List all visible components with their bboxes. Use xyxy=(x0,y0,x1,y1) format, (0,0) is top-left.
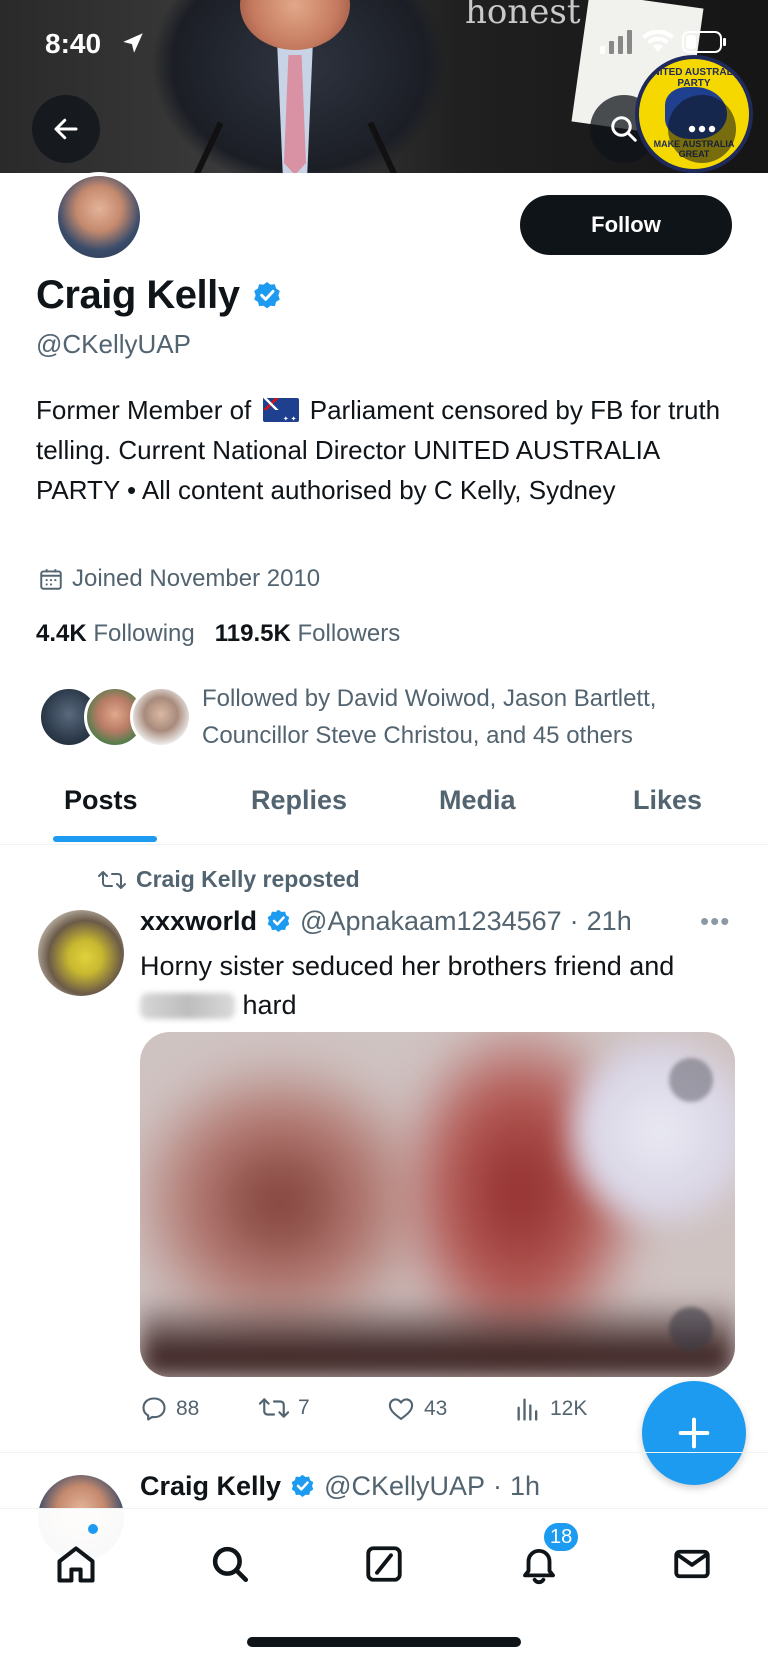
separator-dot: · xyxy=(493,1471,503,1501)
more-options-button[interactable] xyxy=(668,95,736,163)
location-arrow-icon xyxy=(123,33,143,53)
tab-likes[interactable]: Likes xyxy=(633,785,702,816)
post-author-name[interactable]: xxxworld xyxy=(140,906,257,937)
post-more-icon[interactable]: ••• xyxy=(700,906,730,937)
followers-link[interactable]: 119.5K Followers xyxy=(215,620,400,648)
view-count: 12K xyxy=(550,1397,588,1420)
follow-button[interactable]: Follow xyxy=(520,195,732,255)
reply-count: 88 xyxy=(176,1397,200,1420)
media-blur xyxy=(560,1032,735,1232)
reply-button[interactable]: 88 xyxy=(140,1395,199,1423)
post-text-part: Horny sister seduced her brothers friend… xyxy=(140,951,675,981)
censored-word xyxy=(140,993,235,1019)
repost-icon xyxy=(258,1398,290,1418)
post-author-avatar[interactable] xyxy=(38,910,124,996)
post-divider xyxy=(0,1452,768,1453)
cellular-signal-icon xyxy=(600,30,632,54)
like-button[interactable]: 43 xyxy=(386,1395,447,1423)
post-header: xxxworld @Apnakaam1234567 · 21h xyxy=(140,906,632,937)
repost-label: Craig Kelly reposted xyxy=(136,866,360,892)
post-author-name[interactable]: Craig Kelly xyxy=(140,1471,281,1502)
grok-icon xyxy=(366,1546,402,1582)
repost-count: 7 xyxy=(298,1396,310,1419)
home-unread-dot xyxy=(88,1524,98,1534)
post-header: Craig Kelly @CKellyUAP · 1h xyxy=(140,1471,540,1502)
like-count: 43 xyxy=(424,1397,448,1420)
media-blur xyxy=(140,1297,735,1377)
post-text: Horny sister seduced her brothers friend… xyxy=(140,947,700,1025)
following-link[interactable]: 4.4K Following xyxy=(36,620,195,648)
following-label: Following xyxy=(93,620,195,647)
mute-icon[interactable] xyxy=(669,1058,713,1102)
followers-label: Followers xyxy=(297,620,401,647)
profile-tabs: Posts Replies Media Likes xyxy=(0,765,768,845)
plus-icon xyxy=(678,1417,710,1449)
verified-badge-icon xyxy=(267,909,290,932)
notification-badge: 18 xyxy=(541,1520,582,1554)
tab-posts[interactable]: Posts xyxy=(64,785,138,816)
profile-bio: Former Member of Parliament censored by … xyxy=(36,390,726,510)
joined-date: Joined November 2010 xyxy=(38,565,320,593)
joined-text: Joined November 2010 xyxy=(72,565,321,592)
display-name: Craig Kelly xyxy=(36,273,240,317)
nav-search[interactable] xyxy=(205,1539,255,1589)
active-tab-indicator xyxy=(53,836,157,842)
reply-icon xyxy=(142,1397,166,1421)
status-time: 8:40 xyxy=(45,28,102,59)
bio-text: Former Member of xyxy=(36,395,252,425)
repost-button[interactable]: 7 xyxy=(258,1395,310,1421)
more-dots-icon xyxy=(688,125,716,133)
followed-by-text[interactable]: Followed by David Woiwod, Jason Bartlett… xyxy=(202,680,732,754)
back-button[interactable] xyxy=(32,95,100,163)
post-media-blurred[interactable] xyxy=(140,1032,735,1377)
heart-icon xyxy=(388,1398,414,1420)
profile-avatar[interactable] xyxy=(54,172,144,262)
views-button[interactable]: 12K xyxy=(514,1395,587,1423)
mail-icon xyxy=(674,1549,710,1579)
tab-replies[interactable]: Replies xyxy=(251,785,347,816)
search-icon xyxy=(212,1546,249,1583)
logo-lettering: UNITED AUSTRALIA PARTY xyxy=(645,67,743,89)
home-indicator[interactable] xyxy=(247,1637,521,1647)
followers-count: 119.5K xyxy=(214,620,291,647)
banner-text: honest xyxy=(465,0,581,32)
wifi-icon xyxy=(642,30,674,52)
repost-indicator[interactable]: Craig Kelly reposted xyxy=(98,866,360,893)
verified-badge-icon[interactable] xyxy=(251,280,283,312)
australia-flag-icon xyxy=(262,398,299,440)
post-time: 21h xyxy=(586,906,632,936)
tab-media[interactable]: Media xyxy=(439,785,516,816)
media-control-icon[interactable] xyxy=(669,1307,713,1351)
verified-badge-icon xyxy=(291,1474,314,1497)
separator-dot: · xyxy=(569,906,579,936)
nav-grok[interactable] xyxy=(359,1539,409,1589)
profile-name-row: Craig Kelly xyxy=(36,273,283,318)
follower-avatar xyxy=(130,686,192,748)
follow-counts: 4.4K Following 119.5K Followers xyxy=(36,620,400,648)
repost-icon xyxy=(98,870,126,889)
status-icons xyxy=(600,30,728,54)
arrow-left-icon xyxy=(54,118,78,140)
profile-handle: @CKellyUAP xyxy=(36,329,191,359)
nav-messages[interactable] xyxy=(667,1539,717,1589)
post-author-handle[interactable]: @CKellyUAP xyxy=(324,1471,485,1502)
post-text-part: hard xyxy=(242,990,297,1020)
home-icon xyxy=(57,1546,95,1583)
followed-by-avatars[interactable] xyxy=(38,682,192,748)
post-author-handle[interactable]: @Apnakaam1234567 xyxy=(300,906,562,937)
analytics-icon xyxy=(517,1398,538,1421)
battery-icon xyxy=(682,31,726,53)
calendar-icon xyxy=(40,569,62,590)
post-time: 1h xyxy=(510,1471,541,1501)
following-count: 4.4K xyxy=(36,620,87,647)
compose-post-button[interactable] xyxy=(642,1381,746,1485)
nav-home[interactable] xyxy=(51,1539,101,1589)
